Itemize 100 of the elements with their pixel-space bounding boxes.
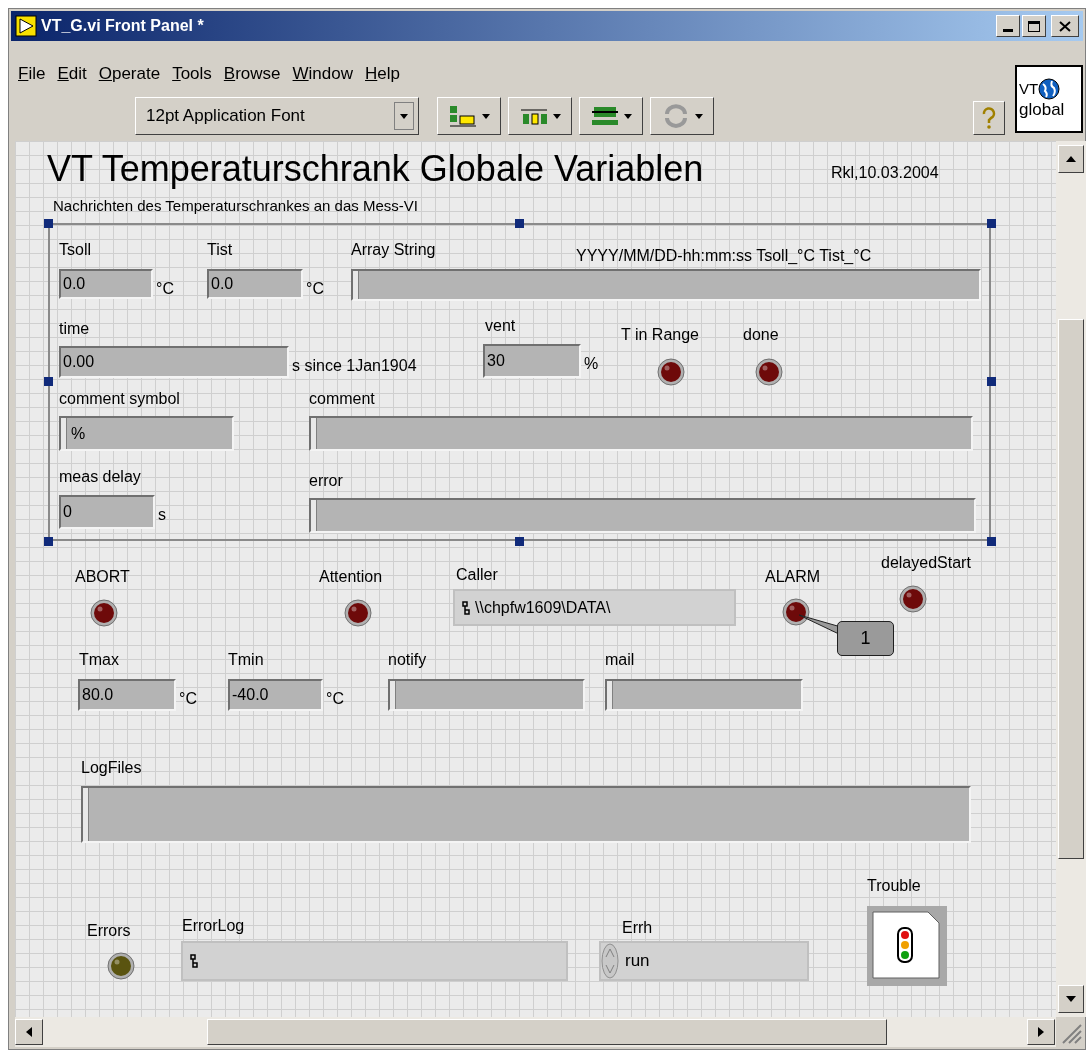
panel-subtitle: Nachrichten des Temperaturschrankes an das Mess-VI [53, 196, 418, 216]
string-field[interactable]: % [59, 416, 234, 451]
distribute-button[interactable] [508, 97, 572, 135]
unit-label: s [158, 505, 166, 525]
led-indicator[interactable] [657, 358, 685, 386]
control-label: Tmax [79, 650, 119, 670]
led-indicator[interactable] [899, 585, 927, 613]
control-label: Array String [351, 240, 436, 260]
led-indicator[interactable] [107, 952, 135, 980]
scroll-left-button[interactable] [15, 1019, 43, 1045]
selection-handle[interactable] [987, 537, 996, 546]
right-arrow-icon [1038, 1027, 1044, 1037]
horizontal-scrollbar[interactable] [15, 1017, 1056, 1047]
font-dropdown[interactable]: 12pt Application Font [135, 97, 419, 135]
control-label: comment symbol [59, 389, 180, 409]
window-title: VT_G.vi Front Panel * [41, 16, 204, 36]
caret-icon [482, 113, 490, 119]
help-button[interactable] [973, 101, 1005, 135]
selection-handle[interactable] [987, 219, 996, 228]
vi-icon-text: global [1019, 100, 1065, 120]
path-icon [189, 953, 199, 969]
minimize-icon [1003, 29, 1013, 32]
menu-item[interactable]: Tools [169, 61, 215, 87]
control-label: ErrorLog [182, 916, 245, 936]
led-indicator[interactable] [90, 599, 118, 627]
question-mark-icon [980, 106, 998, 130]
vi-icon-text: VT [1019, 80, 1039, 98]
control-label: time [59, 319, 90, 339]
string-field[interactable] [605, 679, 803, 711]
control-label: ABORT [75, 567, 130, 587]
ring-control[interactable]: run [599, 941, 809, 981]
unit-label: °C [306, 279, 324, 299]
selection-handle[interactable] [44, 537, 53, 546]
control-label: Tsoll [59, 240, 91, 260]
string-field[interactable] [309, 498, 976, 533]
unit-label: °C [326, 689, 344, 709]
maximize-icon [1028, 20, 1040, 32]
string-field[interactable] [388, 679, 585, 711]
control-label: Tist [207, 240, 233, 260]
control-label: error [309, 471, 343, 491]
path-field[interactable] [181, 941, 568, 981]
maximize-button[interactable] [1022, 15, 1046, 37]
traffic-light-button[interactable] [867, 906, 947, 986]
panel-title: VT Temperaturschrank Globale Variablen [47, 149, 704, 189]
control-label: ALARM [765, 567, 821, 587]
scroll-right-button[interactable] [1027, 1019, 1055, 1045]
control-label: Errh [622, 918, 653, 938]
control-label: mail [605, 650, 635, 670]
menu-item[interactable]: Edit [54, 61, 90, 87]
path-icon [461, 599, 471, 616]
reorder-button[interactable] [650, 97, 714, 135]
menu-item[interactable]: Window [289, 61, 356, 87]
traffic-light-icon [872, 911, 940, 979]
up-arrow-icon [1066, 156, 1076, 162]
scroll-thumb[interactable] [207, 1019, 887, 1045]
down-arrow-icon [1066, 996, 1076, 1002]
led-indicator[interactable] [344, 599, 372, 627]
align-button[interactable] [437, 97, 501, 135]
format-note: YYYY/MM/DD-hh:mm:ss Tsoll_°C Tist_°C [576, 246, 872, 266]
numeric-field[interactable]: 80.0 [78, 679, 176, 711]
numeric-field[interactable]: -40.0 [228, 679, 323, 711]
control-label: vent [485, 316, 516, 336]
menu-item[interactable]: Help [362, 61, 403, 87]
selection-handle[interactable] [515, 537, 524, 546]
string-field[interactable] [351, 269, 981, 301]
control-label: LogFiles [81, 758, 142, 778]
caret-icon [695, 113, 703, 119]
led-indicator[interactable] [755, 358, 783, 386]
string-field[interactable] [309, 416, 973, 451]
numeric-field[interactable]: 0.0 [207, 269, 303, 299]
font-name: 12pt Application Font [146, 105, 305, 128]
resize-button[interactable] [579, 97, 643, 135]
caret-icon [553, 113, 561, 119]
callout-number: 1 [837, 621, 894, 656]
numeric-field[interactable]: 30 [483, 344, 581, 378]
selection-handle[interactable] [987, 377, 996, 386]
menu-item[interactable]: Browse [220, 61, 284, 87]
menu-item[interactable]: Operate [95, 61, 164, 87]
numeric-field[interactable]: 0.0 [59, 269, 153, 299]
path-field[interactable]: \\chpfw1609\DATA\ [453, 589, 736, 626]
selection-handle[interactable] [44, 219, 53, 228]
scroll-thumb[interactable] [1058, 319, 1084, 859]
numeric-field[interactable]: 0.00 [59, 346, 289, 378]
scroll-up-button[interactable] [1058, 145, 1084, 173]
numeric-field[interactable]: 0 [59, 495, 155, 529]
unit-label: °C [179, 689, 197, 709]
vertical-scrollbar[interactable] [1056, 141, 1086, 1017]
close-button[interactable] [1051, 15, 1079, 37]
unit-label: °C [156, 279, 174, 299]
control-label: meas delay [59, 467, 141, 487]
string-field[interactable] [81, 786, 971, 843]
selection-handle[interactable] [44, 377, 53, 386]
led-indicator[interactable] [782, 598, 810, 626]
minimize-button[interactable] [996, 15, 1020, 37]
caret-icon [624, 113, 632, 119]
unit-label: s since 1Jan1904 [292, 356, 417, 376]
control-label: Errors [87, 921, 131, 941]
selection-handle[interactable] [515, 219, 524, 228]
menu-item[interactable]: File [15, 61, 49, 87]
scroll-down-button[interactable] [1058, 985, 1084, 1013]
